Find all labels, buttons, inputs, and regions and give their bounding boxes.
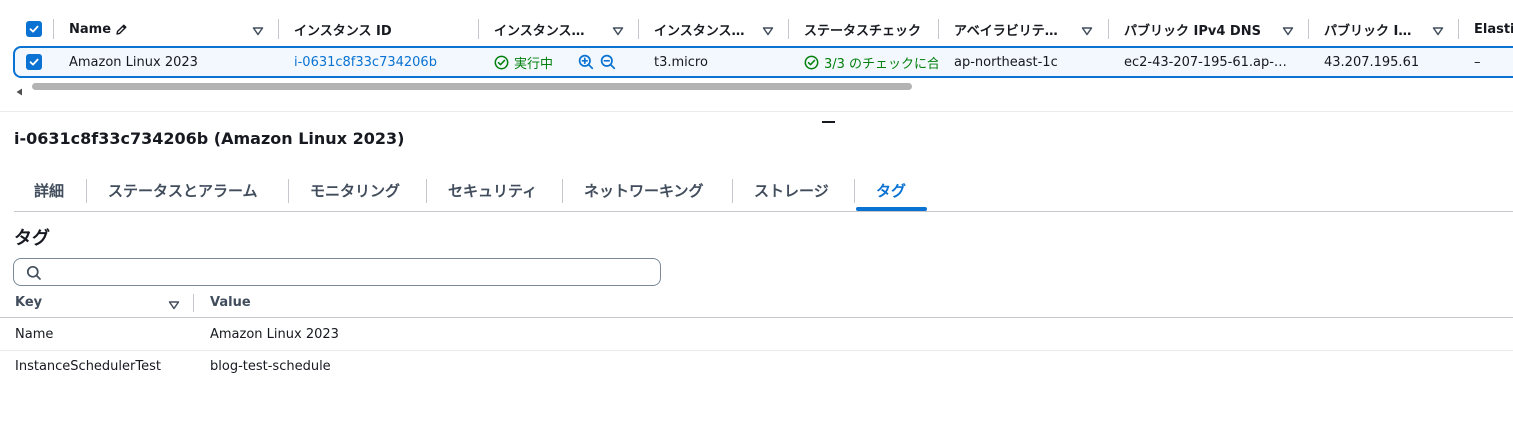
tab-separator — [562, 179, 563, 203]
zoom-in-icon[interactable] — [578, 54, 594, 70]
zoom-controls — [578, 48, 616, 76]
sort-icon[interactable] — [252, 22, 266, 36]
column-header-key[interactable]: Key — [15, 295, 42, 310]
column-header-public-ip[interactable]: パブリック I… — [1324, 10, 1424, 48]
column-separator — [938, 19, 939, 39]
cell-public-dns: ec2-43-207-195-61.ap-… — [1124, 54, 1287, 70]
edit-icon[interactable] — [115, 23, 128, 36]
sort-icon[interactable] — [1081, 22, 1095, 36]
scrollbar-thumb[interactable] — [32, 83, 912, 90]
sort-icon[interactable] — [1432, 22, 1446, 36]
column-header-value[interactable]: Value — [210, 295, 251, 310]
sort-icon[interactable] — [168, 296, 180, 315]
table-row: Name Amazon Linux 2023 — [0, 319, 1513, 351]
tab-separator — [732, 179, 733, 203]
column-separator — [1108, 19, 1109, 39]
tags-table-header: Key Value — [0, 290, 1513, 318]
column-separator — [788, 19, 789, 39]
table-header-row: Name インスタンス ID インスタンス… インスタンス… ステータスチェック… — [0, 10, 1513, 48]
cell-instance-type: t3.micro — [654, 54, 708, 70]
tab-separator — [86, 179, 87, 203]
row-checkbox[interactable] — [26, 48, 42, 76]
column-separator — [478, 19, 479, 39]
column-header-instance-state[interactable]: インスタンス… — [494, 10, 604, 48]
select-all-checkbox[interactable] — [26, 10, 42, 48]
tab-storage[interactable]: ストレージ — [754, 173, 829, 207]
tab-networking[interactable]: ネットワーキング — [584, 173, 704, 207]
cell-elastic-ip: – — [1474, 54, 1481, 70]
tag-value: blog-test-schedule — [210, 359, 331, 374]
column-header-instance-id[interactable]: インスタンス ID — [294, 10, 464, 48]
instance-detail-title: i-0631c8f33c734206b (Amazon Linux 2023) — [14, 129, 405, 148]
tag-search-field[interactable] — [13, 258, 661, 286]
tab-separator — [288, 179, 289, 203]
tag-key: Name — [15, 327, 54, 342]
column-header-status-check[interactable]: ステータスチェック — [804, 10, 922, 48]
search-icon — [26, 265, 42, 285]
tags-section-title: タグ — [14, 228, 50, 249]
detail-tabs: 詳細 ステータスとアラーム モニタリング セキュリティ ネットワーキング ストレ… — [14, 173, 1513, 212]
split-panel-divider — [0, 111, 1513, 112]
cell-status-check: 3/3 のチェックに合格しました — [804, 48, 938, 76]
tab-separator — [426, 179, 427, 203]
column-header-public-dns[interactable]: パブリック IPv4 DNS — [1124, 10, 1279, 48]
tag-key: InstanceSchedulerTest — [15, 359, 161, 374]
sort-icon[interactable] — [1282, 22, 1296, 36]
tag-search-input[interactable] — [50, 262, 650, 282]
cell-availability-zone: ap-northeast-1c — [954, 54, 1058, 70]
tab-monitoring[interactable]: モニタリング — [310, 173, 400, 207]
column-header-instance-type[interactable]: インスタンス… — [654, 10, 759, 48]
tab-details[interactable]: 詳細 — [34, 173, 64, 207]
tag-value: Amazon Linux 2023 — [210, 327, 339, 342]
check-circle-icon — [804, 55, 819, 70]
column-separator — [278, 19, 279, 39]
instance-id-link[interactable]: i-0631c8f33c734206b — [294, 48, 437, 76]
column-separator — [53, 19, 54, 39]
check-circle-icon — [494, 55, 509, 70]
zoom-out-icon[interactable] — [600, 54, 616, 70]
cell-public-ip: 43.207.195.61 — [1324, 54, 1420, 70]
column-header-elastic-ip[interactable]: Elastic — [1474, 10, 1513, 48]
horizontal-scrollbar[interactable] — [0, 80, 1513, 96]
column-separator — [1308, 19, 1309, 39]
column-header-name[interactable]: Name — [69, 10, 249, 48]
tab-security[interactable]: セキュリティ — [448, 173, 537, 207]
scroll-left-icon[interactable] — [14, 82, 24, 101]
cell-instance-state: 実行中 — [494, 48, 553, 76]
column-separator — [638, 19, 639, 39]
active-tab-indicator — [856, 207, 927, 211]
table-row: InstanceSchedulerTest blog-test-schedule — [0, 351, 1513, 383]
tab-separator — [854, 179, 855, 203]
column-separator — [1458, 19, 1459, 39]
cell-name: Amazon Linux 2023 — [69, 54, 198, 70]
split-panel-resize-handle[interactable] — [822, 121, 835, 123]
sort-icon[interactable] — [762, 22, 776, 36]
tab-status-alarms[interactable]: ステータスとアラーム — [108, 173, 258, 207]
table-row-selected[interactable]: Amazon Linux 2023 i-0631c8f33c734206b 実行… — [13, 46, 1513, 78]
instances-table: Name インスタンス ID インスタンス… インスタンス… ステータスチェック… — [0, 0, 1513, 112]
column-header-availability-zone[interactable]: アベイラビリテ… — [954, 10, 1074, 48]
column-separator — [193, 294, 194, 312]
tab-tags[interactable]: タグ — [876, 173, 906, 207]
sort-icon[interactable] — [612, 22, 626, 36]
